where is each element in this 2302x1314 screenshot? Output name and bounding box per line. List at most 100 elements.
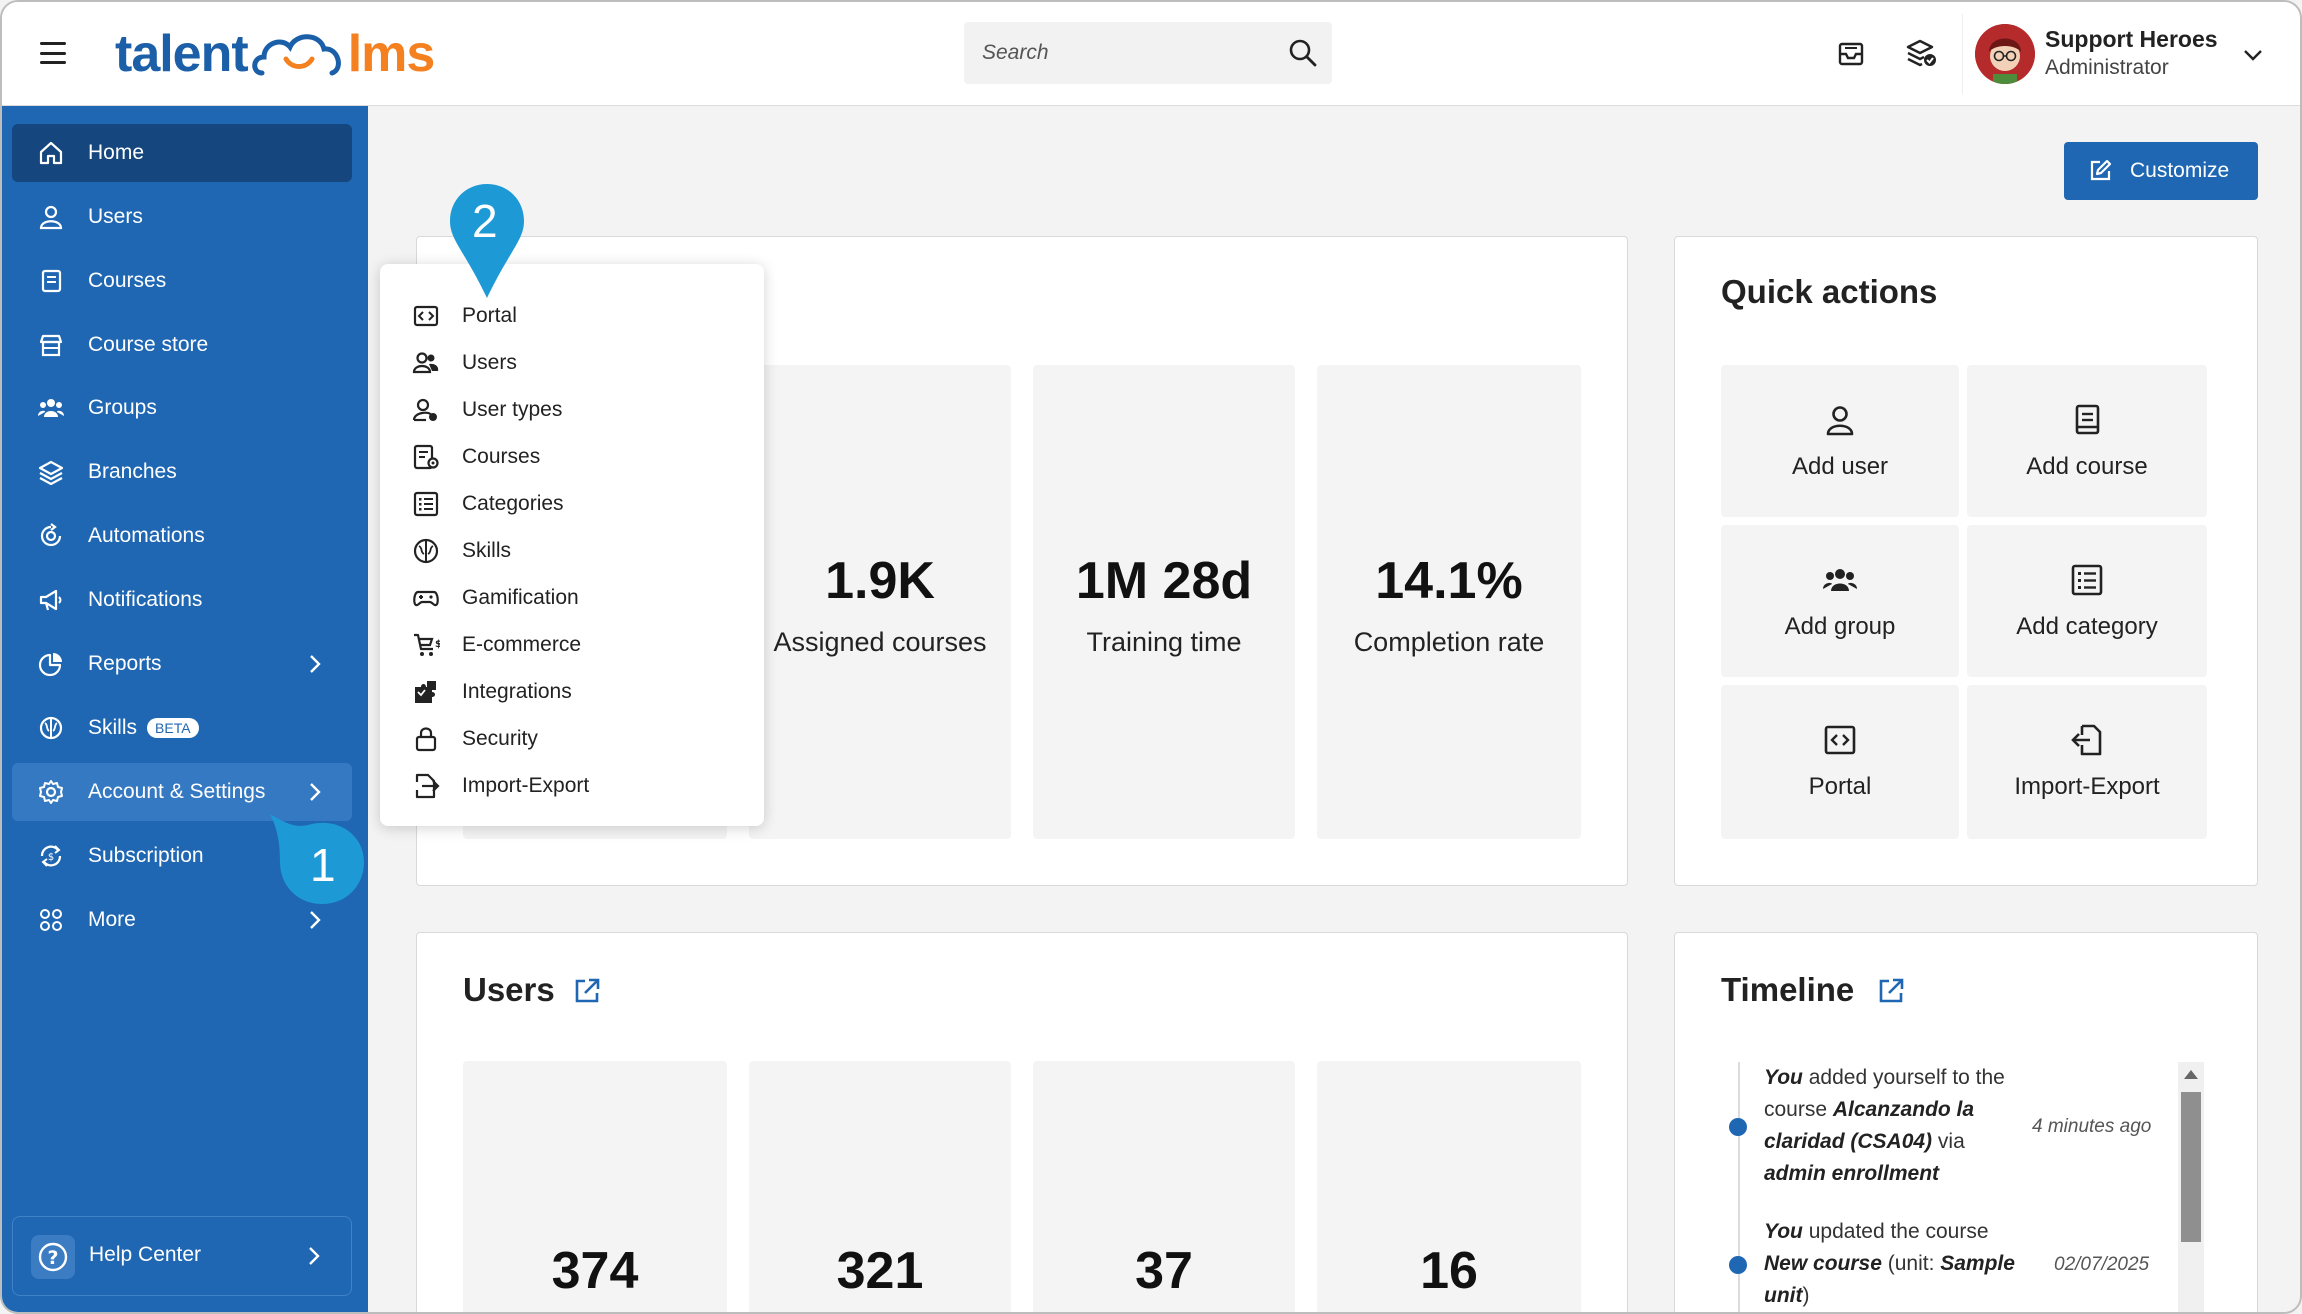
menu-item-gamification[interactable]: Gamification xyxy=(380,574,764,620)
top-bar: talent lms Search Support Heroes Adminis… xyxy=(2,2,2300,106)
stat-value: 1.9K xyxy=(825,552,935,610)
menu-item-categories[interactable]: Categories xyxy=(380,480,764,526)
sidebar-item-branches[interactable]: Branches xyxy=(12,443,352,501)
sidebar-item-label: Skills xyxy=(88,716,138,739)
sidebar-item-label: Account & Settings xyxy=(88,780,266,803)
grid-icon xyxy=(40,909,62,931)
customize-label: Customize xyxy=(2130,159,2230,182)
import-export-icon xyxy=(415,773,440,799)
timeline-scrollbar[interactable] xyxy=(2178,1062,2204,1312)
timeline-course-link[interactable]: New course xyxy=(1764,1252,1882,1275)
help-center-button[interactable]: ? Help Center xyxy=(12,1216,352,1296)
external-link-icon[interactable] xyxy=(1877,977,1905,1005)
hamburger-menu-icon[interactable] xyxy=(38,38,68,68)
menu-item-label: User types xyxy=(462,398,563,421)
stat-label: Assigned courses xyxy=(773,627,987,657)
stat-tile: 321 xyxy=(749,1061,1011,1312)
sidebar-item-label: Users xyxy=(88,205,143,228)
user-icon xyxy=(39,205,63,230)
quick-action-label: Portal xyxy=(1808,773,1872,800)
profile-role: Administrator xyxy=(2045,56,2169,79)
stat-value: 16 xyxy=(1420,1242,1478,1300)
code-icon xyxy=(1824,725,1856,755)
scroll-up-arrow-icon[interactable] xyxy=(2184,1070,2198,1079)
svg-text:?: ? xyxy=(47,1247,58,1269)
timeline-title: Timeline xyxy=(1721,971,1855,1008)
search-input[interactable] xyxy=(982,36,1272,70)
callout-marker-2: 2 xyxy=(448,182,526,302)
timeline-text: (unit: xyxy=(1881,1252,1941,1275)
external-link-icon[interactable] xyxy=(573,977,601,1005)
timeline-actor: You xyxy=(1764,1220,1803,1243)
menu-item-skills[interactable]: Skills xyxy=(380,527,764,573)
book-icon xyxy=(2075,404,2100,435)
sidebar-item-skills[interactable]: Skills BETA xyxy=(12,699,352,757)
timeline-line xyxy=(1738,1062,1740,1312)
group-icon xyxy=(1823,569,1857,591)
menu-item-label: Users xyxy=(462,351,517,374)
gamepad-icon xyxy=(413,590,439,607)
menu-item-user-types[interactable]: User types xyxy=(380,386,764,432)
stat-tile: 37 xyxy=(1033,1061,1295,1312)
chevron-right-icon xyxy=(310,911,321,929)
branches-check-icon[interactable] xyxy=(1904,36,1938,70)
stat-value: 374 xyxy=(551,1242,639,1300)
menu-item-e-commerce[interactable]: $ E-commerce xyxy=(380,621,764,667)
edit-icon xyxy=(2090,159,2112,181)
add-user-button[interactable]: Add user xyxy=(1721,365,1959,517)
menu-item-security[interactable]: Security xyxy=(380,715,764,761)
portal-button[interactable]: Portal xyxy=(1721,685,1959,839)
user-profile-menu[interactable]: Support Heroes Administrator xyxy=(1962,14,2280,94)
megaphone-icon xyxy=(39,589,62,611)
menu-item-portal[interactable]: Portal xyxy=(380,292,764,338)
menu-item-integrations[interactable]: Integrations xyxy=(380,668,764,714)
menu-item-label: Skills xyxy=(462,539,512,562)
timeline-dot xyxy=(1729,1256,1747,1274)
automation-icon xyxy=(40,523,62,547)
menu-item-users[interactable]: Users xyxy=(380,339,764,385)
callout-number: 2 xyxy=(472,195,498,247)
stat-label: Training time xyxy=(1086,627,1242,657)
search-icon[interactable] xyxy=(1288,38,1318,68)
sidebar-item-label: Notifications xyxy=(88,588,203,611)
callout-number: 1 xyxy=(310,839,336,891)
sidebar: Home Users Courses Course store Groups B… xyxy=(2,106,368,1312)
stat-value: 14.1% xyxy=(1375,552,1523,610)
users-icon xyxy=(412,352,439,374)
sidebar-item-courses[interactable]: Courses xyxy=(12,252,352,310)
menu-item-label: Categories xyxy=(462,492,564,515)
cloud-smile-icon xyxy=(251,34,341,76)
stat-tile: 1.9K Assigned courses xyxy=(749,365,1011,839)
customize-button[interactable]: Customize xyxy=(2064,142,2258,200)
account-settings-menu: Portal Users User types Courses Categori… xyxy=(380,264,764,826)
menu-item-courses[interactable]: Courses xyxy=(380,433,764,479)
layers-icon xyxy=(38,460,64,485)
sidebar-item-notifications[interactable]: Notifications xyxy=(12,571,352,629)
quick-action-label: Import-Export xyxy=(2014,773,2160,800)
sidebar-item-home[interactable]: Home xyxy=(12,124,352,182)
add-course-button[interactable]: Add course xyxy=(1967,365,2207,517)
sidebar-item-users[interactable]: Users xyxy=(12,188,352,246)
add-group-button[interactable]: Add group xyxy=(1721,525,1959,677)
menu-item-label: E-commerce xyxy=(462,633,582,656)
sidebar-item-label: Branches xyxy=(88,460,177,483)
sidebar-item-automations[interactable]: Automations xyxy=(12,507,352,565)
quick-action-label: Add group xyxy=(1784,613,1896,640)
stat-value: 321 xyxy=(836,1242,924,1300)
help-icon: ? xyxy=(31,1235,75,1279)
quick-action-label: Add course xyxy=(2026,453,2148,480)
quick-actions-title: Quick actions xyxy=(1721,273,1938,310)
import-export-button[interactable]: Import-Export xyxy=(1967,685,2207,839)
timeline-text: ) xyxy=(1802,1284,1810,1307)
add-category-button[interactable]: Add category xyxy=(1967,525,2207,677)
sidebar-item-reports[interactable]: Reports xyxy=(12,635,352,693)
gear-icon xyxy=(39,780,63,804)
sidebar-item-groups[interactable]: Groups xyxy=(12,379,352,437)
inbox-icon[interactable] xyxy=(1834,36,1868,70)
quick-actions-card: Quick actions Add user Add course Add gr… xyxy=(1674,236,2258,886)
logo[interactable]: talent lms xyxy=(115,24,435,84)
scrollbar-thumb[interactable] xyxy=(2181,1092,2201,1242)
lock-icon xyxy=(415,727,437,752)
sidebar-item-course-store[interactable]: Course store xyxy=(12,316,352,374)
menu-item-import-export[interactable]: Import-Export xyxy=(380,762,764,808)
